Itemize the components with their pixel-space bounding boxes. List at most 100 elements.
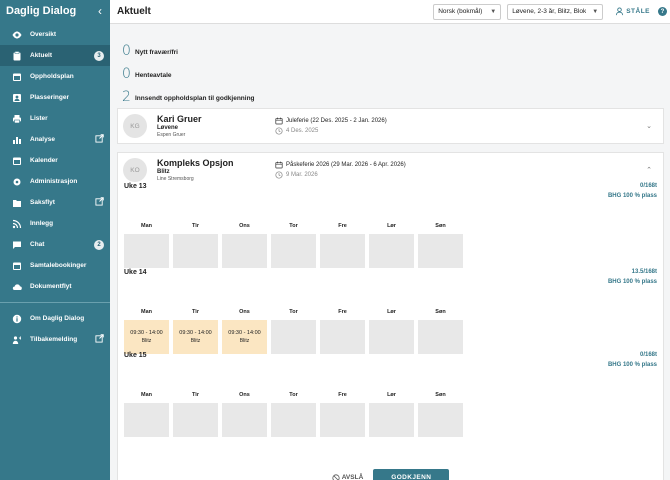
sidebar-item-tilbakemelding[interactable]: Tilbakemelding	[0, 329, 110, 350]
day-name: Lør	[387, 223, 396, 229]
day-slot-empty[interactable]	[173, 234, 218, 268]
day-slot-empty[interactable]	[418, 403, 463, 437]
day-slot-empty[interactable]	[222, 403, 267, 437]
sidebar-item-oppholdsplan[interactable]: Oppholdsplan	[0, 66, 110, 87]
summary-label: Nytt fravær/fri	[135, 49, 178, 56]
submitted-row: 9 Mar. 2026	[275, 170, 646, 180]
staff-button[interactable]: STÅLE	[615, 7, 650, 16]
day-slot-empty[interactable]	[173, 403, 218, 437]
summary-item[interactable]: 0 Nytt fravær/fri	[122, 36, 664, 59]
sidebar-item-chat[interactable]: Chat 2	[0, 234, 110, 255]
cloud-icon	[12, 282, 22, 292]
day-slot-empty[interactable]	[320, 320, 365, 354]
reject-button[interactable]: AVSLÅ	[332, 473, 363, 480]
submitted-row: 4 Des. 2025	[275, 126, 646, 136]
day-column: Tor	[271, 223, 316, 268]
request-card-header[interactable]: KG Kari Gruer Løvene Espen Gruer Juleferie (…	[118, 109, 663, 143]
sidebar-item-innlegg[interactable]: Innlegg	[0, 213, 110, 234]
day-column: Fre	[320, 392, 365, 437]
sidebar-divider	[0, 302, 110, 303]
sidebar-item-label: Tilbakemelding	[30, 336, 78, 343]
day-slot-booked[interactable]: 09:30 - 14:00 Blitz	[173, 320, 218, 354]
clipboard-icon	[12, 50, 22, 61]
child-name: Kompleks Opsjon	[157, 158, 234, 168]
chevron-up-icon[interactable]: ⌃	[646, 166, 652, 174]
sidebar-item-label: Kalender	[30, 157, 58, 164]
summary-count: 2	[122, 89, 131, 105]
chevron-left-icon[interactable]: ‹	[98, 4, 102, 18]
week-days: Man Tir Ons Tor Fre Lør Søn	[124, 392, 467, 437]
week-title: Uke 14	[124, 269, 147, 276]
day-name: Tir	[192, 309, 199, 315]
request-card[interactable]: KG Kari Gruer Løvene Espen Gruer Juleferie (…	[117, 108, 664, 144]
sidebar-item-plasseringer[interactable]: Plasseringer	[0, 87, 110, 108]
day-slot-empty[interactable]	[418, 320, 463, 354]
chevron-down-icon[interactable]: ⌄	[646, 122, 652, 130]
sidebar-item-label: Plasseringer	[30, 94, 70, 101]
day-column: Fre	[320, 223, 365, 268]
submitted-date: 9 Mar. 2026	[286, 172, 318, 178]
day-slot-booked[interactable]: 09:30 - 14:00 Blitz	[124, 320, 169, 354]
day-slot-empty[interactable]	[369, 403, 414, 437]
day-column: Tir	[173, 392, 218, 437]
avatar: KG	[123, 114, 147, 138]
person-icon	[12, 93, 22, 103]
day-column: Lør	[369, 392, 414, 437]
day-slot-empty[interactable]	[222, 234, 267, 268]
calendar-icon	[275, 161, 283, 169]
sidebar-header: Daglig Dialog ‹	[0, 0, 110, 22]
period-label: Juleferie (22 Des. 2025 - 2 Jan. 2026)	[286, 118, 387, 124]
sidebar-item-oversikt[interactable]: Oversikt	[0, 24, 110, 45]
period-row: Påskeferie 2026 (29 Mar. 2026 - 6 Apr. 2…	[275, 160, 646, 170]
approve-button[interactable]: GODKJENN	[373, 469, 450, 480]
week-plan: BHG 100 % plass	[607, 279, 657, 285]
sidebar-item-label: Chat	[30, 241, 45, 248]
sidebar-item-dokumentflyt[interactable]: Dokumentflyt	[0, 276, 110, 297]
submitted-by: Line Stremsborg	[157, 176, 194, 182]
sidebar-item-aktuelt[interactable]: Aktuelt 3	[0, 45, 110, 66]
sidebar-item-om-daglig-dialog[interactable]: Om Daglig Dialog	[0, 308, 110, 329]
request-actions: AVSLÅ GODKJENN	[118, 469, 663, 480]
group-select[interactable]: Løvene, 2-3 år, Blitz, Bloki ▼	[507, 3, 604, 20]
day-column: Man	[124, 223, 169, 268]
sidebar-bottom-nav: Om Daglig Dialog Tilbakemelding	[0, 308, 110, 350]
summary-item[interactable]: 2 Innsendt oppholdsplan til godkjenning	[122, 82, 664, 105]
summary-item[interactable]: 0 Henteavtale	[122, 59, 664, 82]
day-slot-empty[interactable]	[320, 234, 365, 268]
help-icon[interactable]: ?	[658, 7, 667, 16]
day-slot-empty[interactable]	[271, 403, 316, 437]
sidebar-item-samtalebookinger[interactable]: Samtalebookinger	[0, 255, 110, 276]
day-name: Man	[141, 392, 152, 398]
request-card-header[interactable]: KO Kompleks Opsjon Blitz Line Stremsborg Pås…	[118, 153, 663, 187]
group-select-value: Løvene, 2-3 år, Blitz, Bloki	[512, 8, 587, 15]
period-info: Påskeferie 2026 (29 Mar. 2026 - 6 Apr. 2…	[275, 160, 646, 180]
day-slot-booked[interactable]: 09:30 - 14:00 Blitz	[222, 320, 267, 354]
day-slot-empty[interactable]	[418, 234, 463, 268]
day-slot-empty[interactable]	[124, 403, 169, 437]
day-slot-empty[interactable]	[271, 234, 316, 268]
language-select[interactable]: Norsk (bokmål) ▼	[433, 3, 502, 20]
day-name: Fre	[338, 309, 347, 315]
child-info: Kompleks Opsjon Blitz Line Stremsborg	[157, 158, 275, 182]
eye-icon	[12, 30, 22, 40]
sidebar-item-administrasjon[interactable]: Administrasjon	[0, 171, 110, 192]
day-name: Søn	[435, 392, 446, 398]
day-slot-empty[interactable]	[271, 320, 316, 354]
sidebar-item-saksflyt[interactable]: Saksflyt	[0, 192, 110, 213]
day-slot-empty[interactable]	[124, 234, 169, 268]
summary-label: Innsendt oppholdsplan til godkjenning	[135, 95, 255, 102]
sidebar-item-lister[interactable]: Lister	[0, 108, 110, 129]
main-content: 0 Nytt fravær/fri 0 Henteavtale 2 Innsendt op…	[117, 24, 664, 480]
sidebar-item-kalender[interactable]: Kalender	[0, 150, 110, 171]
child-group: Blitz	[157, 169, 170, 175]
day-slot-empty[interactable]	[369, 320, 414, 354]
calendar-icon	[12, 156, 22, 166]
chat-icon	[12, 240, 22, 250]
submitted-date: 4 Des. 2025	[286, 128, 319, 134]
day-slot-empty[interactable]	[320, 403, 365, 437]
external-link-icon	[95, 134, 104, 145]
sidebar-item-analyse[interactable]: Analyse	[0, 129, 110, 150]
day-slot-empty[interactable]	[369, 234, 414, 268]
sidebar-item-label: Lister	[30, 115, 48, 122]
request-card-expanded: KO Kompleks Opsjon Blitz Line Stremsborg Pås…	[117, 152, 664, 480]
